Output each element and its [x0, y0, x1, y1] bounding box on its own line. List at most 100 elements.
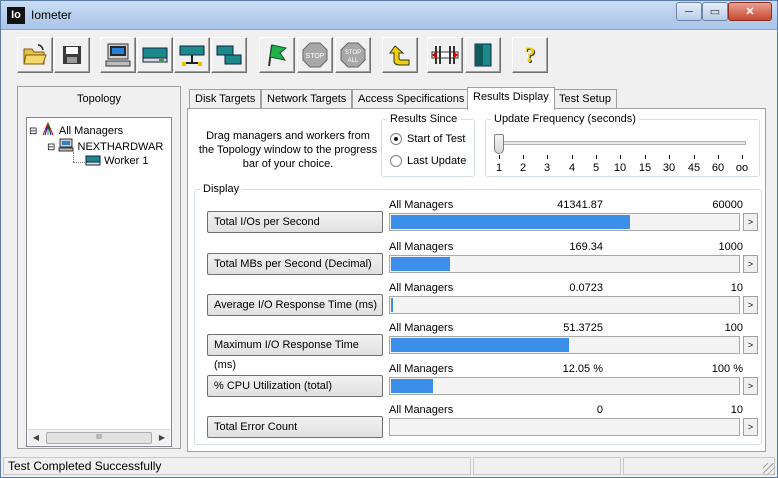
slider-tick	[620, 155, 621, 159]
metric-expand-arrow-icon[interactable]: >	[743, 296, 758, 314]
maximize-button[interactable]: ▭	[702, 2, 728, 21]
slider-tick-label: 2	[519, 162, 527, 174]
new-disk-worker-button[interactable]	[137, 37, 173, 73]
collapse-toggle-icon[interactable]: ⊟	[29, 126, 37, 137]
metric-value: 41341.87	[557, 199, 603, 211]
metric-expand-arrow-icon[interactable]: >	[743, 418, 758, 436]
minimize-button[interactable]: ─	[676, 2, 702, 21]
tree-label: NEXTHARDWAR	[77, 141, 164, 153]
copy-worker-button[interactable]	[211, 37, 247, 73]
slider-tick-label: 10	[613, 162, 627, 174]
stop-all-icon: STOP ALL	[340, 42, 366, 68]
tab-disk-targets[interactable]: Disk Targets	[189, 89, 262, 109]
slider-tick	[523, 155, 524, 159]
disconnect-button[interactable]	[427, 37, 463, 73]
toolbar: STOP STOP ALL ?	[1, 31, 777, 79]
network-worker-icon	[179, 45, 205, 66]
tree-item-worker[interactable]: Worker 1	[85, 154, 148, 167]
metric-row: Total I/Os per Second All Managers 41341.8…	[203, 199, 758, 237]
radio-last-update[interactable]: Last Update	[390, 155, 466, 167]
metric-manager-label: All Managers	[389, 241, 454, 253]
slider-tick-label: 15	[638, 162, 652, 174]
slider-tick-label: oo	[735, 162, 749, 174]
metric-expand-arrow-icon[interactable]: >	[743, 213, 758, 231]
scroll-left-icon[interactable]: ◀	[28, 430, 44, 446]
radio-start-of-test[interactable]: Start of Test	[390, 133, 466, 145]
metric-button[interactable]: Maximum I/O Response Time (ms)	[207, 334, 383, 371]
radio-button[interactable]	[390, 155, 402, 167]
update-frequency-group: Update Frequency (seconds) 1 2 3 4 5 10 15 30 45…	[485, 113, 760, 177]
slider-tick-label: 1	[495, 162, 503, 174]
tree-horizontal-scrollbar[interactable]: ◀ III ▶	[28, 429, 170, 445]
radio-button[interactable]	[390, 133, 402, 145]
metric-button[interactable]: Average I/O Response Time (ms)	[207, 294, 383, 316]
save-config-button[interactable]	[54, 37, 90, 73]
stop-all-button[interactable]: STOP ALL	[335, 37, 371, 73]
tab-access-specifications[interactable]: Access Specifications	[352, 89, 471, 109]
reset-arrow-icon	[389, 45, 410, 66]
metric-progress-bar[interactable]	[389, 418, 740, 436]
stop-label: STOP	[306, 53, 325, 60]
metric-progress-bar[interactable]	[389, 377, 740, 395]
metric-max: 1000	[718, 241, 743, 253]
metric-manager-label: All Managers	[389, 322, 454, 334]
metric-expand-arrow-icon[interactable]: >	[743, 255, 758, 273]
new-manager-button[interactable]	[100, 37, 136, 73]
metric-progress-bar[interactable]	[389, 296, 740, 314]
computer-icon	[105, 43, 131, 67]
slider-tick	[572, 155, 573, 159]
metric-max: 60000	[712, 199, 743, 211]
metric-expand-arrow-icon[interactable]: >	[743, 336, 758, 354]
drag-hint-text: Drag managers and workers from the Topol…	[198, 130, 378, 170]
metric-button[interactable]: Total Error Count	[207, 416, 383, 438]
reset-workers-button[interactable]	[382, 37, 418, 73]
metric-row: Maximum I/O Response Time (ms) All Manage…	[203, 322, 758, 371]
slider-tick	[645, 155, 646, 159]
open-config-button[interactable]	[17, 37, 53, 73]
update-frequency-slider-thumb[interactable]	[494, 134, 504, 154]
copy-worker-icon	[216, 45, 242, 65]
tab-results-display[interactable]: Results Display	[467, 87, 555, 110]
metric-progress-bar[interactable]	[389, 336, 740, 354]
display-group: Display Total I/Os per Second All Manager…	[194, 183, 762, 445]
scroll-thumb[interactable]: III	[46, 432, 152, 444]
tree-connector	[73, 162, 85, 163]
metric-button[interactable]: Total I/Os per Second	[207, 211, 383, 233]
collapse-toggle-icon[interactable]: ⊟	[47, 142, 55, 153]
metric-row: Average I/O Response Time (ms) All Manage…	[203, 282, 758, 320]
resize-grip-icon[interactable]	[763, 463, 775, 475]
slider-tick	[596, 155, 597, 159]
metric-progress-fill	[391, 379, 433, 393]
exit-button[interactable]	[465, 37, 501, 73]
app-icon: Io	[7, 7, 25, 24]
update-frequency-slider-track[interactable]	[498, 141, 746, 145]
close-button[interactable]: ✕	[728, 2, 772, 21]
slider-tick-label: 3	[543, 162, 551, 174]
metric-max: 100	[724, 322, 743, 334]
computer-icon	[58, 138, 74, 152]
metric-progress-bar[interactable]	[389, 213, 740, 231]
metric-expand-arrow-icon[interactable]: >	[743, 377, 758, 395]
topology-tree[interactable]: ⊟ All Managers ⊟ NEXTHARDWAR Worker 1 ◀ …	[26, 117, 172, 447]
all-managers-icon	[42, 121, 54, 136]
stop-button[interactable]: STOP	[297, 37, 333, 73]
tree-item-all-managers[interactable]: ⊟ All Managers	[29, 121, 123, 137]
status-cell-3	[623, 457, 775, 475]
topology-title: Topology	[76, 93, 122, 105]
metric-button[interactable]: % CPU Utilization (total)	[207, 375, 383, 397]
title-bar[interactable]: Io Iometer ─ ▭ ✕	[1, 1, 777, 30]
tree-item-manager[interactable]: ⊟ NEXTHARDWAR	[47, 138, 163, 153]
start-tests-button[interactable]	[259, 37, 295, 73]
about-button[interactable]: ?	[512, 37, 548, 73]
scroll-right-icon[interactable]: ▶	[154, 430, 170, 446]
slider-tick-label: 45	[687, 162, 701, 174]
tab-test-setup[interactable]: Test Setup	[553, 89, 617, 109]
metric-progress-fill	[391, 298, 393, 312]
metric-progress-bar[interactable]	[389, 255, 740, 273]
new-network-worker-button[interactable]	[174, 37, 210, 73]
stop-sign-icon: STOP	[302, 42, 328, 68]
display-title: Display	[203, 183, 240, 195]
metric-value: 51.3725	[563, 322, 603, 334]
tab-network-targets[interactable]: Network Targets	[261, 89, 353, 109]
metric-button[interactable]: Total MBs per Second (Decimal)	[207, 253, 383, 275]
